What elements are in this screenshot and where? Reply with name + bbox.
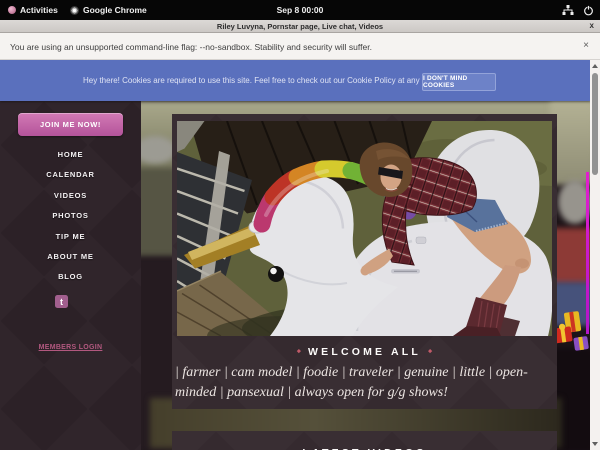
cookie-message: Hey there! Cookies are required to use t… <box>83 76 439 85</box>
about-description: | farmer | cam model | foodie | traveler… <box>175 363 555 403</box>
about-description-line1: | farmer | cam model | foodie | traveler… <box>175 363 555 383</box>
heading-ornament-icon: ◆ <box>428 349 432 355</box>
desktop-top-bar: Activities Google Chrome Sep 8 00:00 <box>0 0 600 20</box>
sidebar-item-calendar[interactable]: CALENDAR <box>0 165 141 185</box>
window-close-button[interactable]: x <box>590 21 594 30</box>
about-description-line2: minded | pansexual | always open for g/g… <box>175 383 555 403</box>
sidebar-item-videos[interactable]: VIDEOS <box>0 186 141 206</box>
window-title-bar: Riley Luvyna, Pornstar page, Live chat, … <box>0 20 600 33</box>
chat-widget-edge <box>586 172 589 334</box>
sidebar-menu: HOME CALENDAR VIDEOS PHOTOS TIP ME ABOUT… <box>0 145 141 288</box>
distro-icon <box>8 6 16 14</box>
app-menu-label: Google Chrome <box>83 5 147 15</box>
latest-videos-section: ◆LATEST VIDEOS◆ <box>172 431 557 450</box>
app-menu-google-chrome[interactable]: Google Chrome <box>70 0 147 20</box>
welcome-section: ◆ WELCOME ALL ◆ | farmer | cam model | foo… <box>172 114 557 409</box>
scrollbar-down-arrow-icon[interactable] <box>592 442 598 446</box>
sidebar-item-about-me[interactable]: ABOUT ME <box>0 247 141 267</box>
section-gap <box>172 409 557 431</box>
scrollbar-up-arrow-icon[interactable] <box>592 64 598 68</box>
activities-label: Activities <box>20 5 58 15</box>
page-viewport: Hey there! Cookies are required to use t… <box>0 60 590 450</box>
scrollbar[interactable] <box>590 60 600 450</box>
gift-boxes-graphic <box>553 310 590 362</box>
welcome-heading: WELCOME ALL <box>308 346 421 358</box>
infobar-close-icon[interactable]: × <box>583 40 589 51</box>
main-content: ◆ WELCOME ALL ◆ | farmer | cam model | foo… <box>172 114 557 450</box>
sidebar-item-tip-me[interactable]: TIP ME <box>0 227 141 247</box>
members-login-link[interactable]: MEMBERS LOGIN <box>0 344 141 351</box>
window-title: Riley Luvyna, Pornstar page, Live chat, … <box>217 22 383 31</box>
sandbox-warning-infobar: You are using an unsupported command-lin… <box>0 33 600 60</box>
sidebar-item-blog[interactable]: BLOG <box>0 267 141 287</box>
network-icon[interactable] <box>562 4 574 16</box>
scrollbar-thumb[interactable] <box>592 73 598 175</box>
welcome-heading-row: ◆ WELCOME ALL ◆ <box>172 342 557 360</box>
sidebar-item-photos[interactable]: PHOTOS <box>0 206 141 226</box>
latest-videos-heading-row: ◆LATEST VIDEOS◆ <box>172 431 557 450</box>
cookie-accept-button[interactable]: I DON'T MIND COOKIES <box>422 73 496 91</box>
hero-photo-unicorn-float <box>177 121 552 336</box>
screen: Activities Google Chrome Sep 8 00:00 Ril… <box>0 0 600 450</box>
sidebar: JOIN ME NOW! HOME CALENDAR VIDEOS PHOTOS… <box>0 101 141 450</box>
heading-ornament-icon: ◆ <box>297 349 301 355</box>
tumblr-icon[interactable]: t <box>55 295 68 308</box>
cookie-consent-bar: Hey there! Cookies are required to use t… <box>0 60 590 101</box>
clock[interactable]: Sep 8 00:00 <box>277 0 324 20</box>
power-icon[interactable] <box>583 5 594 16</box>
sidebar-item-home[interactable]: HOME <box>0 145 141 165</box>
chrome-icon <box>70 6 79 15</box>
infobar-message: You are using an unsupported command-lin… <box>10 42 372 52</box>
join-me-now-button[interactable]: JOIN ME NOW! <box>18 113 123 136</box>
activities-button[interactable]: Activities <box>8 0 58 20</box>
